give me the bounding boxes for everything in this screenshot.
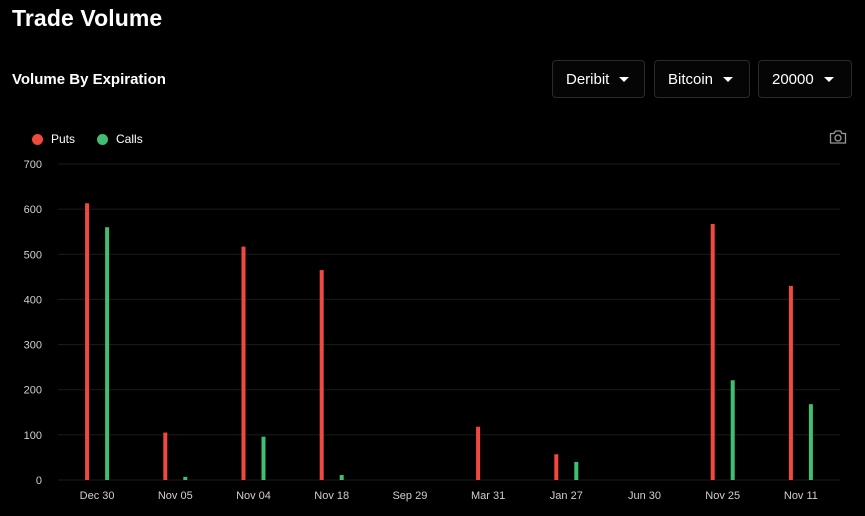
x-tick-label: Mar 31	[471, 490, 505, 502]
x-tick-label: Nov 11	[784, 490, 818, 502]
bar-calls	[261, 436, 266, 480]
legend-dot-calls	[97, 133, 109, 145]
camera-icon-graphic	[829, 130, 847, 144]
x-tick-label: Sep 29	[392, 490, 427, 502]
exchange-dropdown-value: Deribit	[566, 70, 610, 88]
x-tick-label: Nov 18	[314, 490, 349, 502]
legend-item-puts[interactable]: Puts	[32, 132, 75, 146]
bar-calls	[730, 380, 735, 480]
x-tick-label: Nov 25	[705, 490, 740, 502]
legend-dot-puts	[32, 133, 43, 145]
bar-calls	[808, 404, 813, 480]
asset-dropdown-value: Bitcoin	[668, 70, 714, 88]
x-tick-label: Dec 30	[80, 490, 115, 502]
bar-calls	[183, 476, 188, 480]
volume-by-expiration-chart: 0 100 200 300 400 500 600 700 Dec 30 Nov 05 Nov 04…	[24, 159, 840, 502]
bar-puts	[476, 426, 481, 480]
caret-down-icon	[723, 76, 734, 82]
exchange-dropdown[interactable]: Deribit	[552, 60, 645, 98]
x-tick-label: Nov 04	[236, 490, 271, 502]
y-tick-label: 100	[24, 430, 42, 442]
bar-puts	[241, 246, 246, 480]
bar-puts	[163, 432, 168, 480]
page-title: Trade Volume	[12, 5, 163, 31]
y-tick-label: 500	[24, 249, 42, 261]
bar-calls	[574, 461, 579, 480]
bar-calls	[105, 227, 110, 480]
bar-puts	[85, 203, 90, 480]
x-tick-label: Jun 30	[628, 490, 661, 502]
caret-down-icon	[619, 76, 630, 82]
y-tick-label: 600	[24, 204, 42, 216]
legend-label-calls: Calls	[116, 132, 143, 146]
asset-dropdown[interactable]: Bitcoin	[654, 60, 750, 98]
y-tick-label: 200	[24, 385, 42, 397]
x-tick-label: Jan 27	[550, 490, 583, 502]
section-title: Volume By Expiration	[12, 71, 166, 88]
chart-legend: Puts Calls	[32, 132, 165, 146]
camera-icon[interactable]	[829, 129, 847, 145]
y-tick-label: 400	[24, 294, 42, 306]
strike-dropdown[interactable]: 20000	[758, 60, 852, 98]
bar-puts	[554, 454, 559, 480]
x-tick-label: Nov 05	[158, 490, 193, 502]
strike-dropdown-value: 20000	[772, 70, 814, 88]
legend-item-calls[interactable]: Calls	[97, 132, 143, 146]
bar-puts	[710, 224, 715, 480]
legend-label-puts: Puts	[51, 132, 76, 146]
y-tick-label: 300	[24, 340, 42, 352]
bar-puts	[788, 285, 793, 480]
caret-down-icon	[823, 76, 834, 82]
bar-calls	[339, 475, 344, 480]
y-tick-label: 0	[36, 475, 42, 487]
y-tick-label: 700	[24, 159, 42, 171]
bar-puts	[319, 270, 324, 480]
